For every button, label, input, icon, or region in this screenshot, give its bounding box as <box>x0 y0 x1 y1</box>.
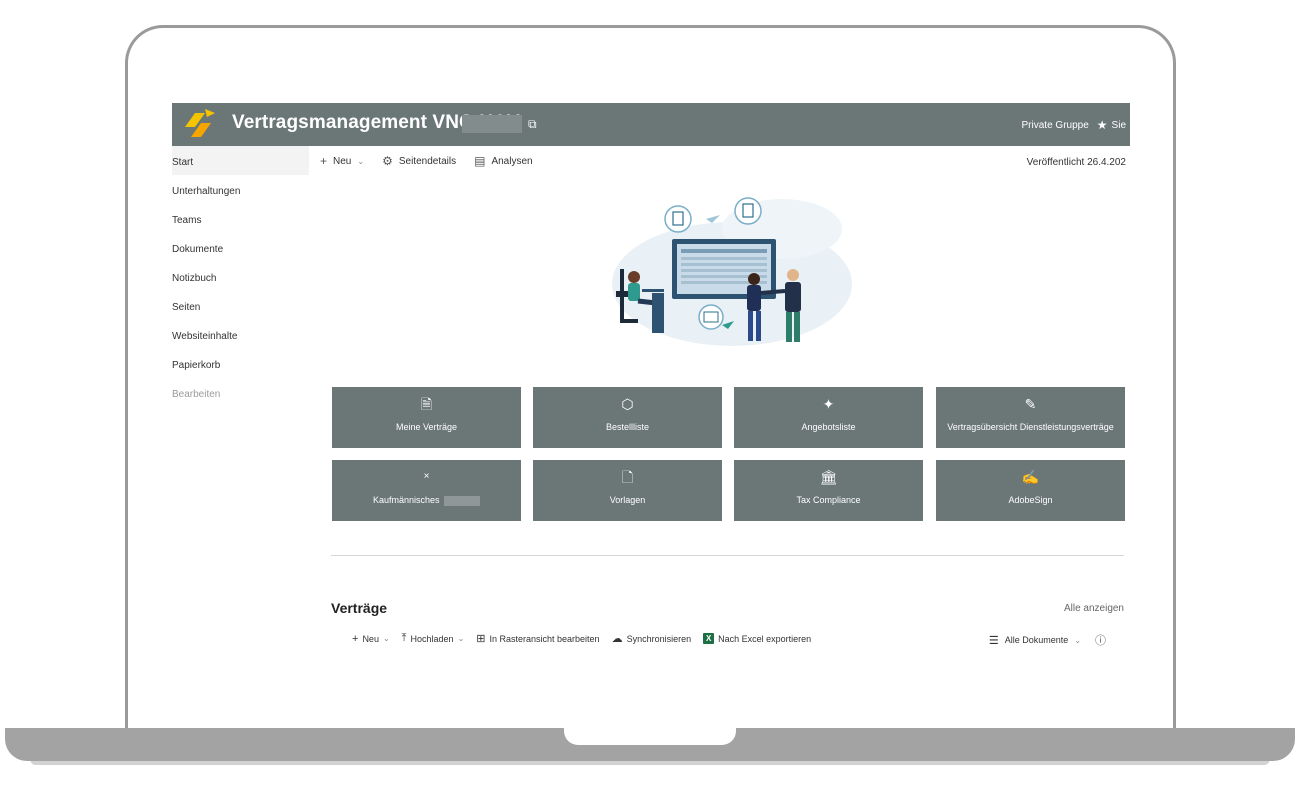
tile-vertragsuebersicht[interactable]: ✎ Vertragsübersicht Dienstleistungsvertr… <box>936 387 1125 448</box>
chevron-down-icon: ⌄ <box>357 156 365 166</box>
tile-label: Kaufmännisches <box>372 495 440 505</box>
nav-item-label: Seiten <box>172 302 201 313</box>
tile-label: Meine Verträge <box>395 422 458 432</box>
group-type-label: Private Gruppe <box>1021 119 1089 131</box>
follow-label: Sie <box>1111 119 1126 131</box>
left-navigation: Start Unterhaltungen Teams Dokumente Not… <box>172 146 309 648</box>
package-icon: ⬡ <box>621 396 634 412</box>
nav-item-label: Websiteinhalte <box>172 331 238 342</box>
nav-item-label: Start <box>172 157 194 168</box>
new-label: Neu <box>333 155 352 167</box>
page-details-button[interactable]: ⚙ Seitendetails <box>382 154 456 168</box>
view-selector[interactable]: ☰ Alle Dokumente ⌄ <box>989 634 1081 647</box>
export-label: Nach Excel exportieren <box>718 633 812 644</box>
analytics-icon: ▤ <box>474 154 486 168</box>
library-command-bar: + Neu ⌄ ⤒ Hochladen ⌄ ⊞ In Rasteransicht… <box>352 632 811 645</box>
page-icon: 🗋 <box>621 469 634 485</box>
chevron-down-icon: ⌄ <box>457 634 465 643</box>
nav-item-site-contents[interactable]: Websiteinhalte <box>172 320 309 349</box>
document-icon: 🗎 <box>420 396 433 412</box>
info-icon[interactable]: ⓘ <box>1095 632 1106 648</box>
nav-item-recycle-bin[interactable]: Papierkorb <box>172 349 309 378</box>
laptop-notch <box>564 728 736 745</box>
site-logo-icon[interactable] <box>181 107 217 141</box>
sync-button[interactable]: ☁ Synchronisieren <box>612 632 692 645</box>
grid-edit-label: In Rasteransicht bearbeiten <box>489 633 600 644</box>
close-icon: × <box>423 471 430 482</box>
nav-item-label: Dokumente <box>172 244 224 255</box>
tile-label-wrap: Kaufmännisches <box>332 495 521 506</box>
site-header: Vertragsmanagement VNG H&V ⧉ Private Gru… <box>172 103 1130 146</box>
nav-item-label: Papierkorb <box>172 360 221 371</box>
tile-label: Angebotsliste <box>801 422 856 432</box>
tile-label: Bestellliste <box>605 422 650 432</box>
plus-icon: + <box>352 632 359 645</box>
nav-item-documents[interactable]: Dokumente <box>172 233 309 262</box>
library-view-controls: ☰ Alle Dokumente ⌄ ⓘ <box>989 632 1106 648</box>
nav-item-label: Unterhaltungen <box>172 186 241 197</box>
document-edit-icon: ✎ <box>1024 396 1037 412</box>
nav-item-label: Notizbuch <box>172 273 217 284</box>
filter-lines-icon: ☰ <box>988 634 999 647</box>
tile-tax-compliance[interactable]: 🏛 Tax Compliance <box>734 460 923 521</box>
bank-icon: 🏛 <box>819 469 838 485</box>
excel-icon: X <box>703 633 715 644</box>
tile-vorlagen[interactable]: 🗋 Vorlagen <box>533 460 722 521</box>
sharepoint-screen: Vertragsmanagement VNG H&V ⧉ Private Gru… <box>172 103 1130 648</box>
upload-button[interactable]: ⤒ Hochladen ⌄ <box>402 632 465 645</box>
tile-kaufmaennisches[interactable]: × Kaufmännisches <box>332 460 521 521</box>
hero-illustration <box>612 197 852 346</box>
tile-angebotsliste[interactable]: ✦ Angebotsliste <box>734 387 923 448</box>
plus-icon: + <box>320 154 328 168</box>
follow-button[interactable]: ★ Sie <box>1097 118 1126 132</box>
view-label: Alle Dokumente <box>1004 635 1069 645</box>
nav-item-start[interactable]: Start <box>172 146 309 175</box>
grid-edit-button[interactable]: ⊞ In Rasteransicht bearbeiten <box>476 632 599 645</box>
chevron-down-icon: ⌄ <box>382 634 390 643</box>
see-all-link[interactable]: Alle anzeigen <box>1064 603 1124 614</box>
tile-label: Vorlagen <box>609 495 646 505</box>
library-new-label: Neu <box>362 633 379 644</box>
sync-label: Synchronisieren <box>626 633 692 644</box>
published-status: Veröffentlicht 26.4.202 <box>1026 157 1126 168</box>
chevron-down-icon: ⌄ <box>1074 635 1081 645</box>
star-icon: ★ <box>1096 118 1108 132</box>
teams-icon[interactable]: ⧉ <box>528 117 537 132</box>
export-excel-button[interactable]: X Nach Excel exportieren <box>703 633 811 644</box>
tile-adobesign[interactable]: ✍ AdobeSign <box>936 460 1125 521</box>
page-command-bar: + Neu ⌄ ⚙ Seitendetails ▤ Analysen <box>320 154 533 168</box>
document-library-title[interactable]: Verträge <box>331 600 387 616</box>
upload-icon: ⤒ <box>401 632 407 644</box>
nav-item-label: Teams <box>172 215 202 226</box>
tile-meine-vertraege[interactable]: 🗎 Meine Verträge <box>332 387 521 448</box>
header-actions: Private Gruppe ★ Sie <box>1022 118 1126 132</box>
analytics-button[interactable]: ▤ Analysen <box>474 154 532 168</box>
nav-edit-link[interactable]: Bearbeiten <box>172 378 309 407</box>
section-divider <box>331 555 1124 556</box>
redacted-block <box>462 115 522 133</box>
nav-item-conversations[interactable]: Unterhaltungen <box>172 175 309 204</box>
sync-icon: ☁ <box>611 633 623 645</box>
nav-item-notebook[interactable]: Notizbuch <box>172 262 309 291</box>
page-details-label: Seitendetails <box>398 155 457 167</box>
handshake-icon: ✦ <box>822 396 835 412</box>
tile-label: Tax Compliance <box>796 495 861 505</box>
nav-item-label: Bearbeiten <box>172 389 221 400</box>
library-new-button[interactable]: + Neu ⌄ <box>352 633 390 645</box>
analytics-label: Analysen <box>491 155 533 167</box>
new-button[interactable]: + Neu ⌄ <box>320 154 364 168</box>
grid-icon: ⊞ <box>476 633 486 645</box>
gear-icon: ⚙ <box>382 154 393 168</box>
nav-item-pages[interactable]: Seiten <box>172 291 309 320</box>
tile-bestellliste[interactable]: ⬡ Bestellliste <box>533 387 722 448</box>
sign-icon: ✍ <box>1021 469 1040 485</box>
tile-label: Vertragsübersicht Dienstleistungsverträg… <box>947 422 1114 432</box>
upload-label: Hochladen <box>410 633 454 644</box>
nav-item-teams[interactable]: Teams <box>172 204 309 233</box>
redacted-block <box>444 495 481 506</box>
tile-label: AdobeSign <box>1008 495 1053 505</box>
